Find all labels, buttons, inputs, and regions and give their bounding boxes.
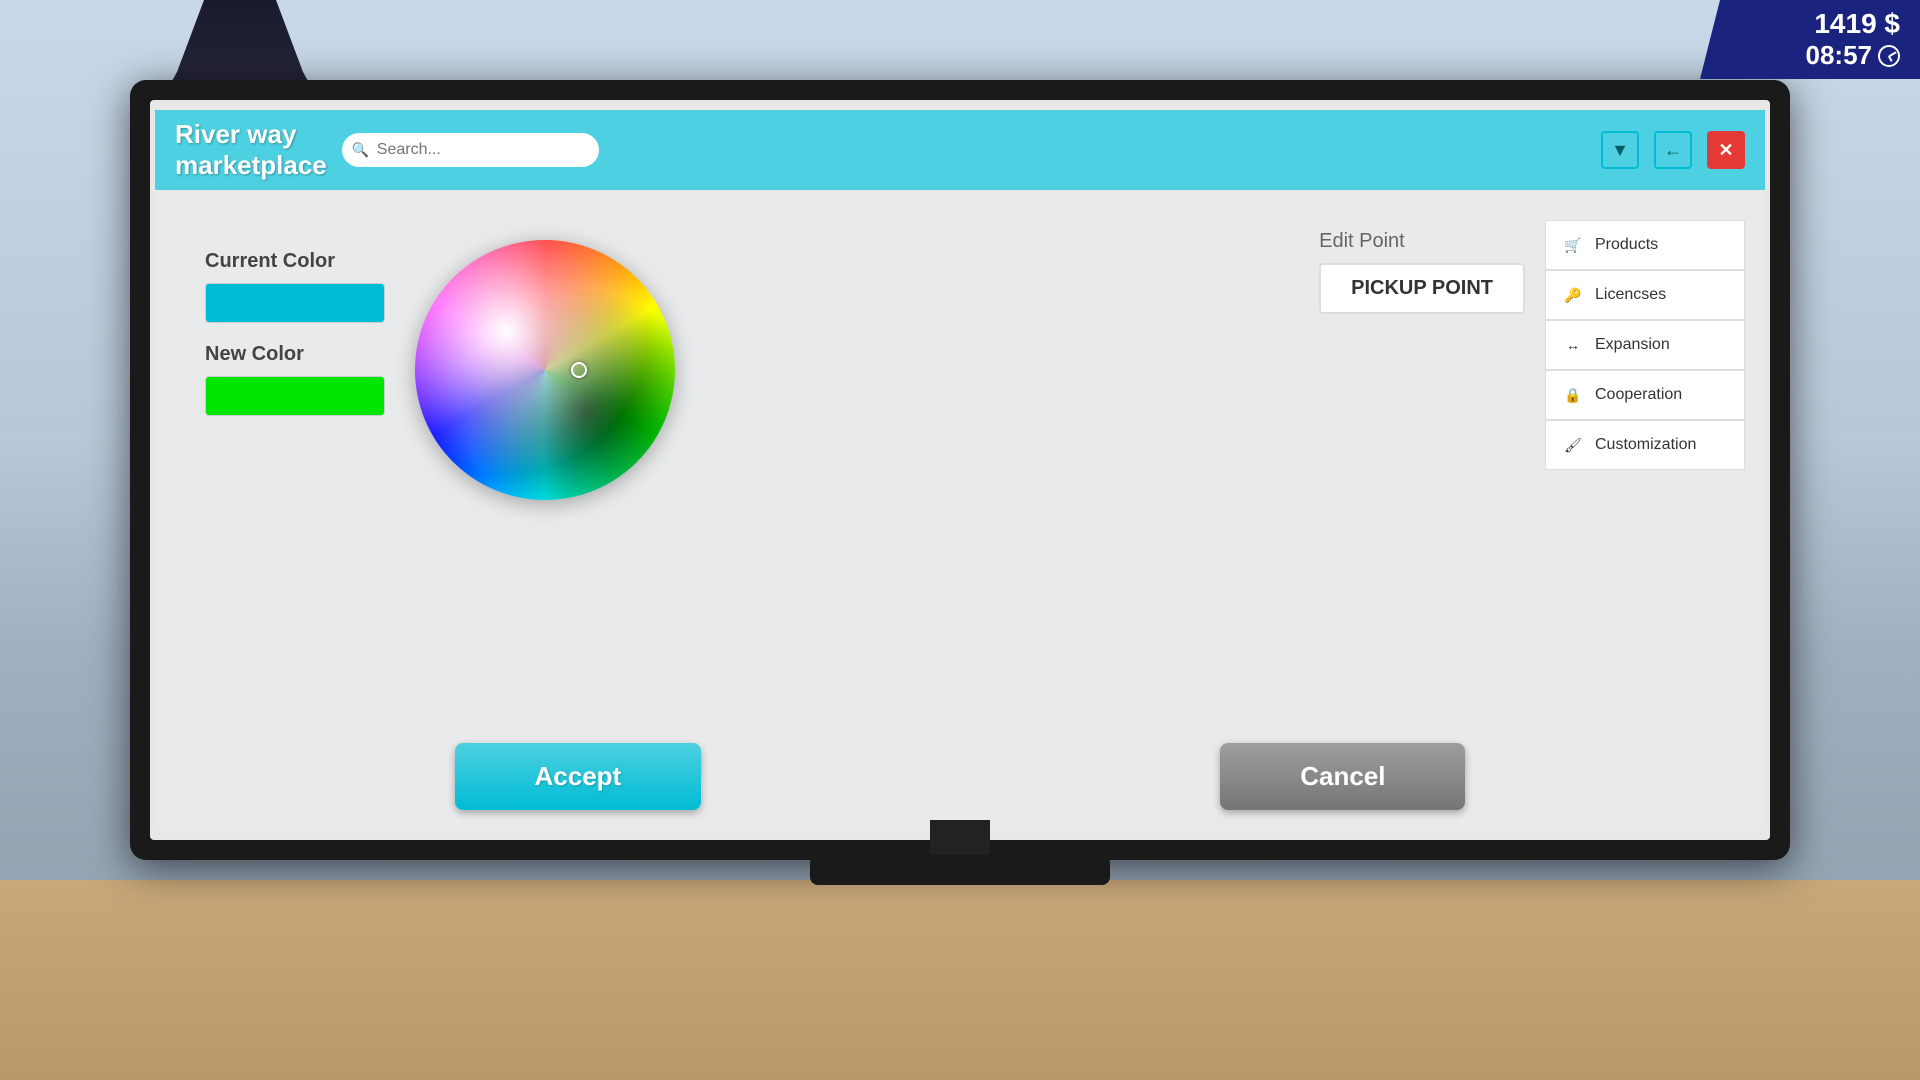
modal-window: River way marketplace 🔍 ▼ ← ✕ Current Co… [155,110,1765,830]
monitor: River way marketplace 🔍 ▼ ← ✕ Current Co… [130,80,1790,860]
color-wheel-container[interactable] [415,240,675,500]
color-wheel[interactable] [415,240,675,500]
modal-body: Current Color New Color Edit Point [155,190,1765,723]
dropdown-button[interactable]: ▼ [1601,131,1639,169]
sidebar-item-customization[interactable]: 🖌 Customization [1545,420,1745,470]
cooperation-icon: 🔒 [1561,383,1585,407]
color-wheel-cursor [571,362,587,378]
products-label: Products [1595,236,1658,254]
sidebar-item-products[interactable]: 🛒 Products [1545,220,1745,270]
new-color-label: New Color [205,343,385,366]
new-color-swatch [205,376,385,416]
search-input[interactable] [342,133,599,167]
close-button[interactable]: ✕ [1707,131,1745,169]
sidebar-item-licenses[interactable]: 🔑 Licencses [1545,270,1745,320]
search-wrapper: 🔍 [342,133,1586,167]
customization-icon: 🖌 [1561,433,1585,457]
hud-panel: 1419 $ 08:57 [1700,0,1920,79]
desk [0,880,1920,1080]
licenses-icon: 🔑 [1561,283,1585,307]
accept-button[interactable]: Accept [455,743,702,810]
modal-footer: Accept Cancel [155,723,1765,830]
current-color-label: Current Color [205,250,385,273]
sidebar-item-cooperation[interactable]: 🔒 Cooperation [1545,370,1745,420]
customization-label: Customization [1595,436,1696,454]
monitor-base [810,855,1110,885]
edit-point-label: Edit Point [1319,230,1525,253]
products-icon: 🛒 [1561,233,1585,257]
clock-icon [1878,45,1900,67]
modal-header: River way marketplace 🔍 ▼ ← ✕ [155,110,1765,190]
monitor-screen: River way marketplace 🔍 ▼ ← ✕ Current Co… [150,100,1770,840]
licenses-label: Licencses [1595,286,1666,304]
modal-title: River way marketplace [175,119,327,181]
expansion-label: Expansion [1595,336,1670,354]
search-icon: 🔍 [352,142,369,159]
color-picker-area: Current Color New Color Edit Point [175,210,1545,703]
money-display: 1419 $ [1720,8,1900,40]
time-display: 08:57 [1720,40,1900,71]
sidebar-item-expansion[interactable]: ↔ Expansion [1545,320,1745,370]
current-color-swatch [205,283,385,323]
cancel-button[interactable]: Cancel [1220,743,1465,810]
cooperation-label: Cooperation [1595,386,1682,404]
pickup-point-button[interactable]: PICKUP POINT [1319,263,1525,314]
edit-point-area: Edit Point PICKUP POINT [1319,230,1525,314]
expansion-icon: ↔ [1561,333,1585,357]
back-button[interactable]: ← [1654,131,1692,169]
right-panel: 🛒 Products 🔑 Licencses ↔ Expansion 🔒 Coo… [1545,220,1745,470]
